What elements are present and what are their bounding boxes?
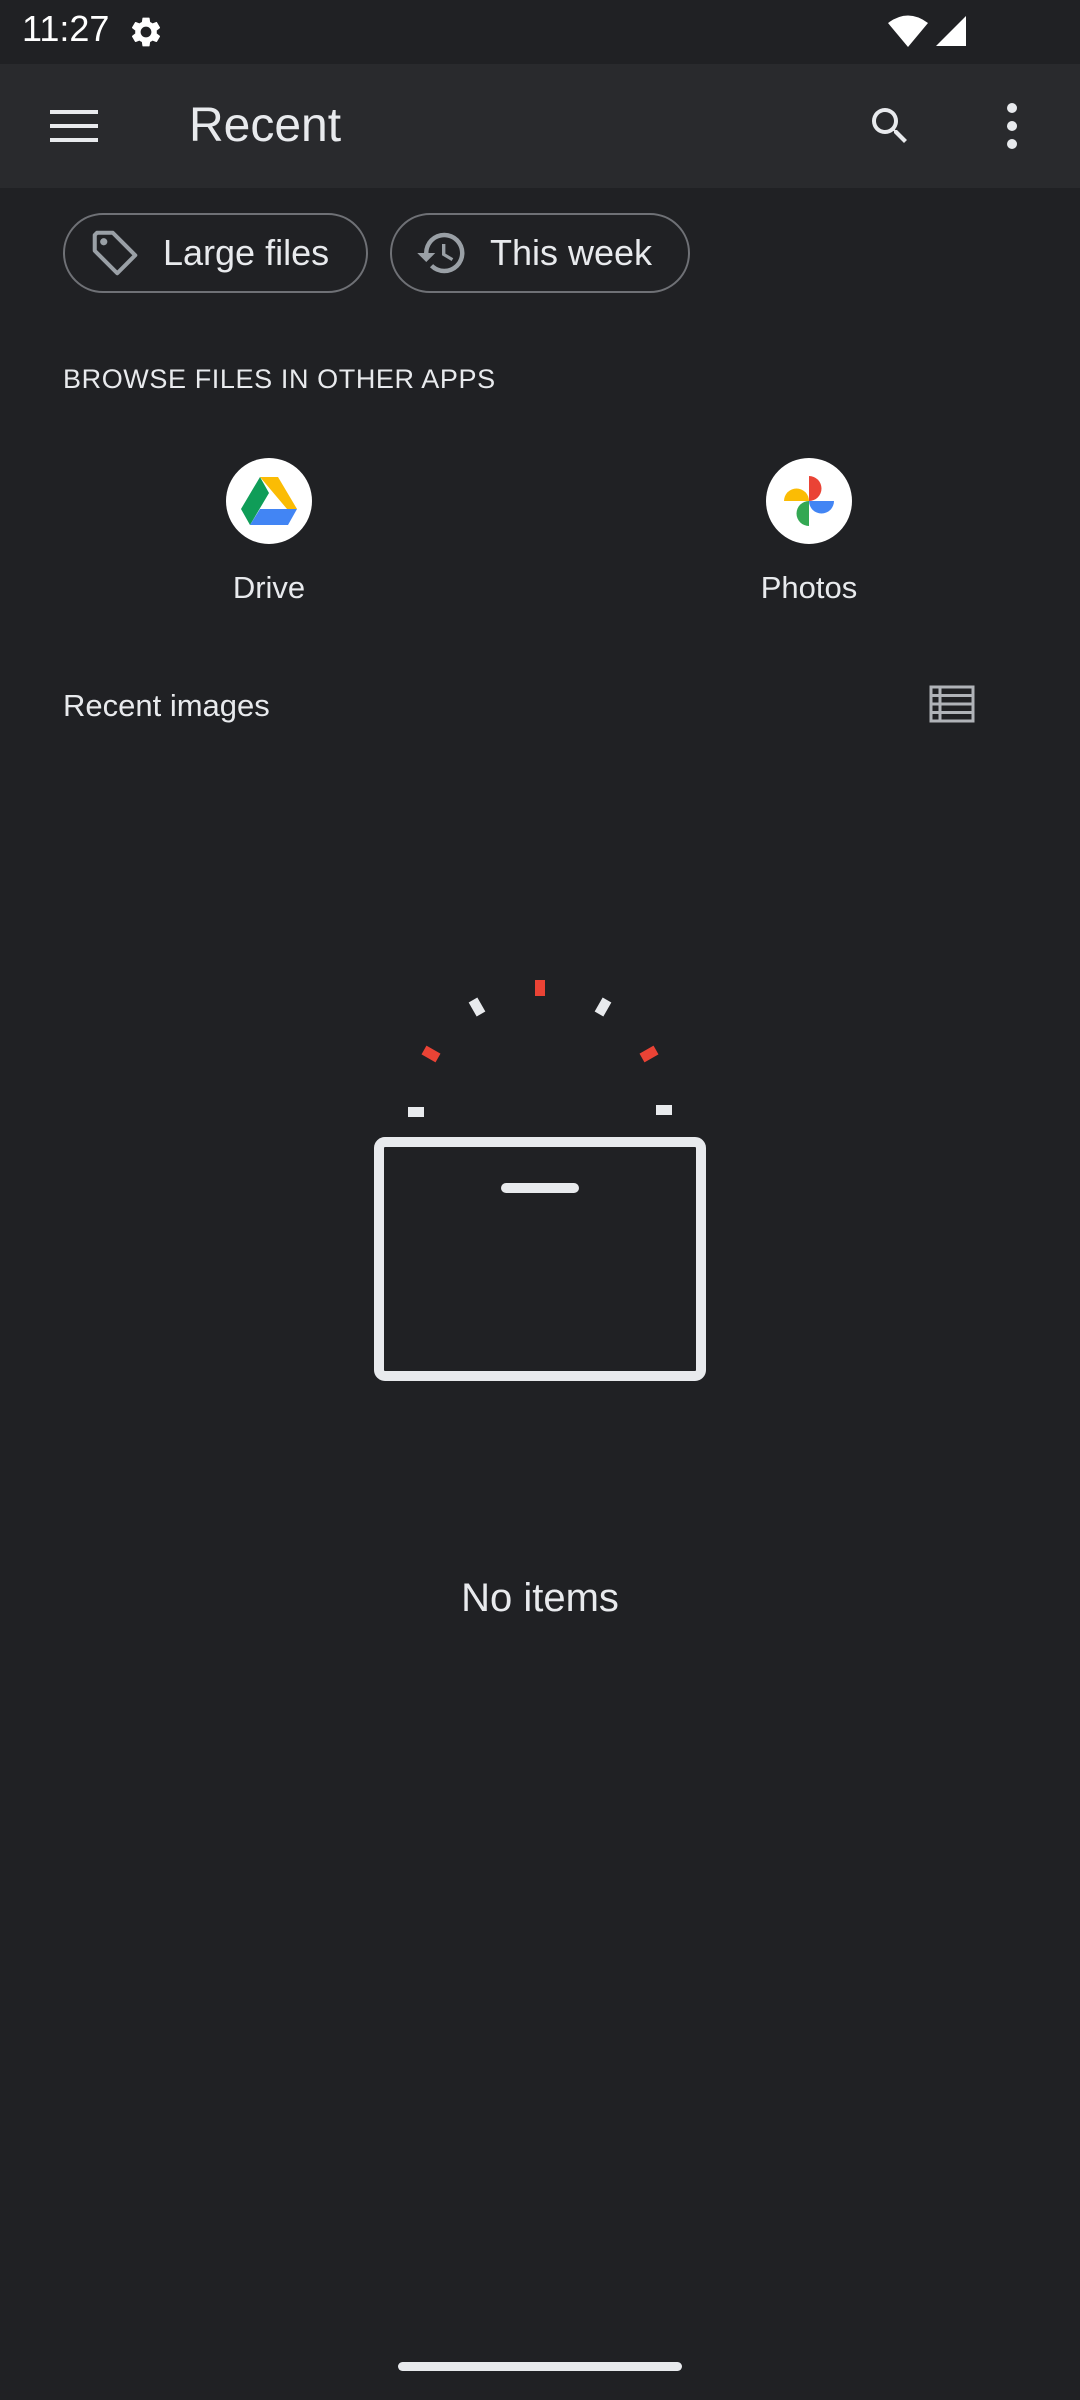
menu-icon	[50, 109, 98, 148]
menu-button[interactable]	[42, 100, 106, 156]
gear-icon	[128, 14, 164, 50]
status-bar: 11:27	[0, 0, 1080, 64]
empty-state-message: No items	[461, 1576, 619, 1620]
browse-heading: BROWSE FILES IN OTHER APPS	[63, 364, 496, 394]
large-files-chip[interactable]: Large files	[63, 213, 368, 293]
search-button[interactable]	[860, 98, 920, 158]
this-week-chip[interactable]: This week	[390, 213, 690, 293]
drive-app-tile[interactable]: Drive	[169, 458, 369, 618]
chip-label: Large files	[163, 232, 330, 273]
wifi-icon	[888, 14, 928, 48]
app-bar: Recent	[0, 64, 1080, 188]
gesture-nav-handle[interactable]	[398, 2362, 682, 2371]
photos-app-tile[interactable]: Photos	[709, 458, 909, 618]
google-drive-icon	[226, 458, 312, 544]
recent-images-heading: Recent images	[63, 688, 270, 723]
page-title: Recent	[189, 99, 342, 152]
list-view-button[interactable]	[924, 680, 980, 732]
chip-label: This week	[490, 232, 653, 273]
more-vert-icon	[1005, 102, 1019, 155]
status-time: 11:27	[22, 8, 110, 49]
list-view-icon	[929, 685, 975, 728]
history-icon	[414, 225, 470, 281]
app-label: Photos	[760, 570, 858, 605]
google-photos-icon	[766, 458, 852, 544]
more-options-button[interactable]	[984, 98, 1040, 158]
empty-box-illustration	[360, 970, 720, 1390]
tag-icon	[87, 225, 143, 281]
cell-signal-icon	[934, 14, 968, 48]
app-label: Drive	[232, 570, 306, 605]
search-icon	[866, 102, 914, 155]
